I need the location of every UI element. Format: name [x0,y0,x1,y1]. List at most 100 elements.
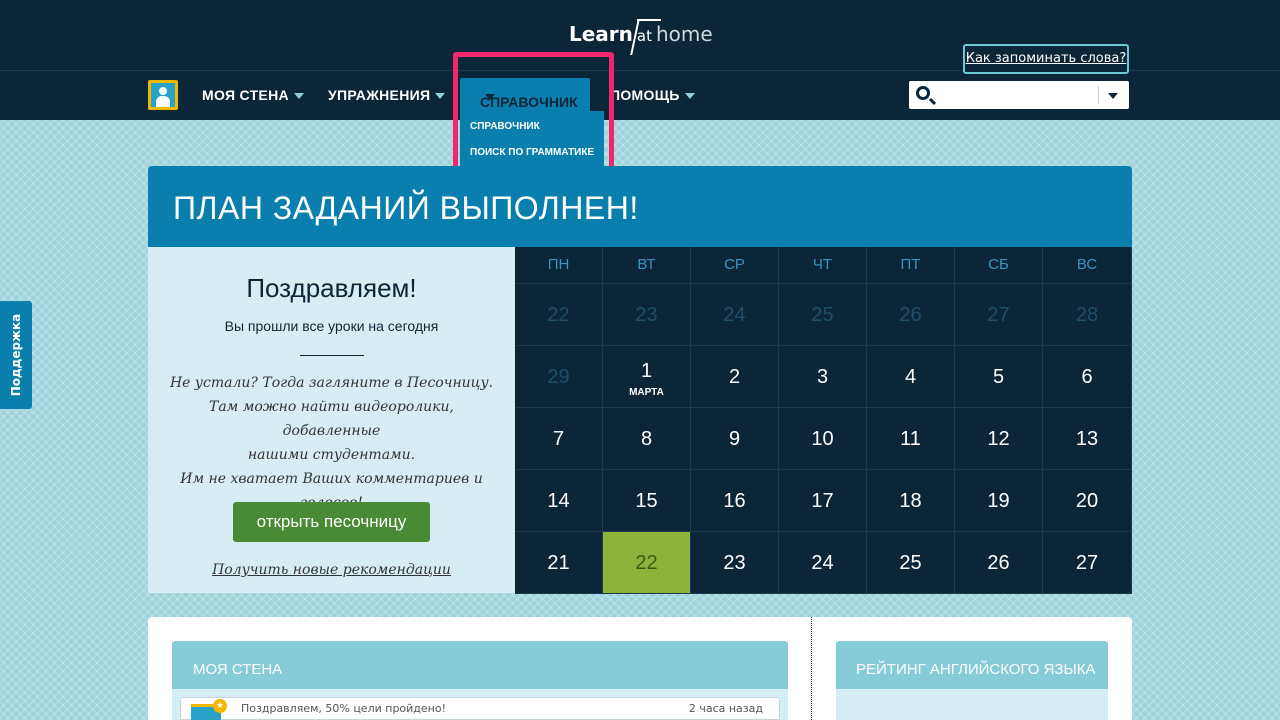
calendar-day-number: 23 [723,552,746,574]
calendar-day[interactable]: 4 [867,346,955,408]
open-sandbox-button[interactable]: открыть песочницу [233,502,430,542]
calendar-day-number: 25 [811,304,834,326]
calendar-day[interactable]: 25 [867,532,955,594]
my-wall-widget: МОЯ СТЕНА ★ Поздравляем, 50% цели пройде… [172,641,788,720]
calendar-day-number: 26 [899,304,922,326]
calendar-day[interactable]: 26 [867,284,955,346]
calendar-day-today[interactable]: 22 [603,532,691,594]
calendar-day-number: 10 [811,428,834,450]
calendar-day-number: 3 [816,366,829,388]
chevron-down-icon [684,93,695,100]
calendar-day[interactable]: 16 [691,470,779,532]
calendar-day[interactable]: 29 [515,346,603,408]
calendar-day-number: 21 [547,552,570,574]
calendar-day-number: 8 [640,428,653,450]
calendar-day[interactable]: 8 [603,408,691,470]
nav-my-wall-label: МОЯ СТЕНА [202,87,289,103]
calendar-weekday: СБ [955,247,1043,284]
search-box[interactable] [909,81,1129,109]
rating-title: РЕЙТИНГ АНГЛИЙСКОГО ЯЗЫКА [856,661,1096,678]
calendar-day[interactable]: 12 [955,408,1043,470]
feed-timestamp: 2 часа назад [688,702,763,715]
calendar-day-number: 27 [987,304,1010,326]
calendar-day-number: 22 [635,552,658,574]
congrats-heading: Поздравляем! [246,273,417,303]
calendar-day-number: 16 [723,490,746,512]
calendar-day[interactable]: 17 [779,470,867,532]
calendar-day-number: 6 [1081,366,1093,388]
feed-text: Поздравляем, 50% цели пройдено! [241,702,447,715]
calendar-day-number: 18 [899,490,922,512]
calendar-day[interactable]: 15 [603,470,691,532]
calendar-day[interactable]: 18 [867,470,955,532]
calendar-weekday: ПТ [867,247,955,284]
get-recommendations-link[interactable]: Получить новые рекомендации [148,562,515,578]
plan-title: ПЛАН ЗАДАНИЙ ВЫПОЛНЕН! [173,190,639,226]
calendar-day[interactable]: 23 [603,284,691,346]
calendar-day[interactable]: 24 [779,532,867,594]
calendar-day[interactable]: 24 [691,284,779,346]
nav-my-wall[interactable]: МОЯ СТЕНА [202,80,304,110]
site-logo[interactable]: Learn at home [569,12,713,56]
calendar-day[interactable]: 26 [955,532,1043,594]
chevron-down-icon [435,93,446,100]
memorize-words-link[interactable]: Как запоминать слова? [963,44,1129,74]
calendar-day[interactable]: 9 [691,408,779,470]
search-divider [1098,86,1099,104]
calendar-day-number: 9 [728,428,741,450]
calendar-day-number: 4 [904,366,917,388]
calendar-day[interactable]: 1 МАРТА [603,346,691,408]
calendar-day[interactable]: 3 [779,346,867,408]
calendar-day-number: 25 [899,552,922,574]
calendar-day-number: 22 [547,304,570,326]
nav-help-label: ПОМОЩЬ [610,87,680,103]
calendar-day-number: 11 [900,428,921,450]
calendar-day-number: 19 [987,490,1010,512]
calendar-day[interactable]: 22 [515,284,603,346]
calendar-day[interactable]: 14 [515,470,603,532]
calendar-day[interactable]: 25 [779,284,867,346]
nav-help[interactable]: ПОМОЩЬ [610,80,695,110]
sandbox-text: Не устали? Тогда загляните в Песочницу. … [168,371,495,515]
calendar-month-label: МАРТА [629,387,664,398]
chevron-down-icon [293,93,304,100]
sandbox-text-line: Им не хватает Ваших комментариев и [180,471,483,487]
calendar-day-number: 5 [992,366,1005,388]
feed-item[interactable]: ★ Поздравляем, 50% цели пройдено! 2 часа… [180,697,780,720]
calendar-weekday: ПН [515,247,603,284]
logo-home: home [655,22,713,46]
wall-feed-area: ★ Поздравляем, 50% цели пройдено! 2 часа… [172,689,788,720]
calendar-day[interactable]: 7 [515,408,603,470]
calendar-day[interactable]: 6 [1043,346,1132,408]
search-icon[interactable] [916,86,930,100]
calendar-day-number: 2 [728,366,741,388]
calendar-day[interactable]: 13 [1043,408,1132,470]
calendar-weekday: ВС [1043,247,1132,284]
calendar-day[interactable]: 20 [1043,470,1132,532]
logo-at: at [634,19,662,45]
calendar-day[interactable]: 10 [779,408,867,470]
calendar-day[interactable]: 2 [691,346,779,408]
calendar-day[interactable]: 27 [1043,532,1132,594]
chevron-down-icon[interactable] [1108,93,1118,99]
calendar-day-number: 23 [635,304,658,326]
calendar-day-number: 13 [1075,428,1099,450]
calendar-day[interactable]: 27 [955,284,1043,346]
nav-exercises[interactable]: УПРАЖНЕНИЯ [328,80,446,110]
calendar-weekday: ЧТ [779,247,867,284]
calendar-day[interactable]: 23 [691,532,779,594]
calendar-day[interactable]: 11 [867,408,955,470]
support-tab[interactable]: Поддержка [0,301,32,409]
calendar-day-number: 28 [1075,304,1099,326]
calendar-weekday: СР [691,247,779,284]
calendar-day[interactable]: 28 [1043,284,1132,346]
calendar-day[interactable]: 5 [955,346,1043,408]
calendar-day[interactable]: 21 [515,532,603,594]
calendar-weekday: ВТ [603,247,691,284]
calendar-day-number: 1 [640,360,653,382]
user-icon [151,83,175,107]
calendar-day-number: 27 [1075,552,1099,574]
congrats-panel: Поздравляем! Вы прошли все уроки на сего… [148,247,515,593]
user-avatar[interactable] [148,80,178,110]
calendar-day[interactable]: 19 [955,470,1043,532]
